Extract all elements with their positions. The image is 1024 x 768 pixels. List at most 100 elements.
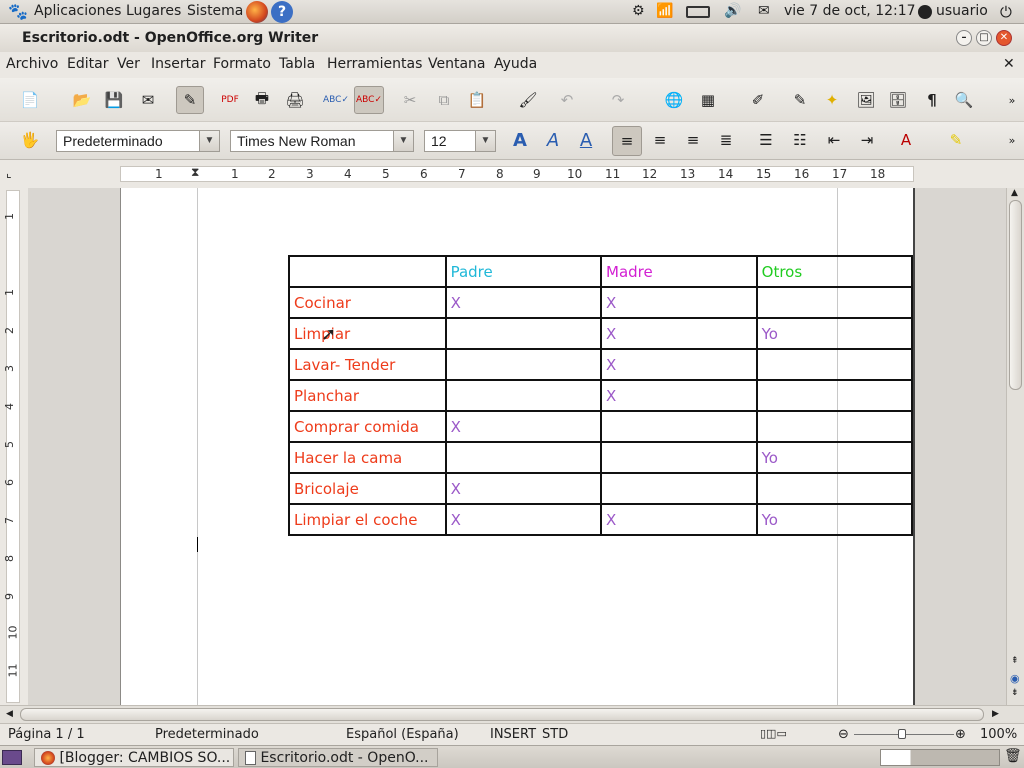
task-cell[interactable]: Limpiar el coche <box>288 503 447 536</box>
system-menu[interactable]: Sistema <box>187 3 243 19</box>
network-users-icon[interactable]: ⚙ <box>632 3 645 19</box>
assignment-cell[interactable] <box>444 441 603 474</box>
menu-archivo[interactable]: Archivo <box>6 56 58 72</box>
bullets-icon[interactable]: ☷ <box>788 128 812 152</box>
assignment-cell[interactable] <box>444 379 603 412</box>
assignment-cell[interactable]: X <box>600 379 758 412</box>
wifi-icon[interactable]: 📶 <box>656 3 673 19</box>
indent-marker-icon[interactable]: ⧗ <box>191 165 199 180</box>
menu-insertar[interactable]: Insertar <box>151 56 206 72</box>
align-center-icon[interactable]: ≡ <box>648 128 672 152</box>
chevron-down-icon[interactable]: ▼ <box>393 131 413 151</box>
table-icon[interactable]: ▦ <box>696 88 720 112</box>
task-cell[interactable]: Comprar comida <box>288 410 447 443</box>
scroll-right-icon[interactable]: ▶ <box>992 709 999 719</box>
page-style[interactable]: Predeterminado <box>155 727 259 742</box>
justify-icon[interactable]: ≣ <box>714 128 738 152</box>
edit-mode-icon[interactable]: ✎ <box>176 86 204 114</box>
hyperlink-icon[interactable]: 🌐 <box>662 88 686 112</box>
menu-herramientas[interactable]: Herramientas <box>327 56 422 72</box>
battery-icon[interactable] <box>686 6 710 18</box>
ruler-strip[interactable]: 1 ⧗ 1 2 3 4 5 6 7 8 9 10 11 12 13 14 15 … <box>120 165 914 182</box>
trash-icon[interactable]: 🗑 <box>1004 748 1022 764</box>
header-cell[interactable]: Padre <box>444 255 603 288</box>
scroll-left-icon[interactable]: ◀ <box>6 709 13 719</box>
vertical-scrollbar[interactable]: ▲ ⇞ ◉ ⇟ <box>1006 188 1024 705</box>
chores-table[interactable]: Padre Madre Otros Cocinar X X Limpiar X Yo Lavar-… <box>288 255 914 536</box>
format-paintbrush-icon[interactable]: 🖌 <box>516 88 540 112</box>
header-cell[interactable]: Madre <box>600 255 758 288</box>
insert-mode[interactable]: INSERT <box>490 727 536 742</box>
export-pdf-icon[interactable]: PDF <box>218 88 242 112</box>
view-layout-icon[interactable]: ▯◫▭ <box>760 727 787 740</box>
task-cell[interactable]: Hacer la cama <box>288 441 447 474</box>
assignment-cell[interactable] <box>444 348 603 381</box>
assignment-cell[interactable] <box>755 286 914 319</box>
zoom-out-icon[interactable]: ⊖ <box>838 727 849 742</box>
formatting-marks-icon[interactable]: ¶ <box>920 88 944 112</box>
previous-page-icon[interactable]: ⇞ <box>1011 656 1019 666</box>
assignment-cell[interactable] <box>755 379 914 412</box>
undo-icon[interactable]: ↶ <box>555 88 579 112</box>
scroll-thumb[interactable] <box>1009 200 1022 390</box>
language[interactable]: Español (España) <box>346 727 459 742</box>
menu-ayuda[interactable]: Ayuda <box>494 56 537 72</box>
tab-type-icon[interactable]: ⌞ <box>6 166 12 180</box>
styles-formatting-icon[interactable]: 🖐 <box>18 128 42 152</box>
zoom-in-icon[interactable]: ⊕ <box>955 727 966 742</box>
close-icon[interactable]: ✕ <box>996 30 1012 46</box>
firefox-launcher-icon[interactable] <box>246 1 268 23</box>
show-draw-functions-icon[interactable]: ✐ <box>746 88 770 112</box>
places-menu[interactable]: Lugares <box>126 3 181 19</box>
task-blogger[interactable]: [Blogger: CAMBIOS SO... <box>34 748 234 767</box>
power-icon[interactable]: ⏻ <box>1000 3 1012 21</box>
assignment-cell[interactable]: X <box>600 286 758 319</box>
underline-icon[interactable]: A <box>574 128 598 152</box>
new-document-icon[interactable]: 📄 <box>18 88 42 112</box>
task-cell[interactable]: Planchar <box>288 379 447 412</box>
print-preview-icon[interactable]: 🖨 <box>283 88 307 112</box>
show-desktop-icon[interactable] <box>2 750 22 765</box>
spellcheck-icon[interactable]: ABC✓ <box>323 88 349 112</box>
horizontal-scrollbar[interactable]: ◀ ▶ <box>0 705 1024 723</box>
assignment-cell[interactable]: Yo <box>755 441 914 474</box>
increase-indent-icon[interactable]: ⇥ <box>855 128 879 152</box>
gallery-icon[interactable]: 🖼 <box>854 88 878 112</box>
task-writer[interactable]: Escritorio.odt - OpenO... <box>238 748 438 767</box>
font-size-combo[interactable]: 12 ▼ <box>424 130 496 152</box>
volume-icon[interactable]: 🔊 <box>724 3 741 19</box>
workspace-switcher[interactable] <box>880 749 1000 766</box>
assignment-cell[interactable]: Yo <box>755 503 914 536</box>
task-cell[interactable]: Cocinar <box>288 286 447 319</box>
cut-icon[interactable]: ✂ <box>398 88 422 112</box>
assignment-cell[interactable] <box>600 410 758 443</box>
scroll-up-icon[interactable]: ▲ <box>1011 188 1018 198</box>
font-color-icon[interactable]: A <box>894 128 918 152</box>
print-icon[interactable]: 🖶 <box>250 88 274 112</box>
numbering-icon[interactable]: ☰ <box>754 128 778 152</box>
autospellcheck-icon[interactable]: ABC✓ <box>354 86 384 114</box>
task-cell[interactable]: Lavar- Tender <box>288 348 447 381</box>
align-right-icon[interactable]: ≡ <box>681 128 705 152</box>
find-replace-icon[interactable]: ✎ <box>788 88 812 112</box>
minimize-icon[interactable]: – <box>956 30 972 46</box>
assignment-cell[interactable] <box>600 472 758 505</box>
document-page[interactable]: Padre Madre Otros Cocinar X X Limpiar X Yo Lavar-… <box>120 188 915 705</box>
task-cell[interactable]: Bricolaje <box>288 472 447 505</box>
page-indicator[interactable]: Página 1 / 1 <box>8 727 85 742</box>
assignment-cell[interactable]: X <box>444 472 603 505</box>
menu-formato[interactable]: Formato <box>213 56 271 72</box>
clock[interactable]: vie 7 de oct, 12:17 <box>784 3 916 19</box>
assignment-cell[interactable] <box>755 348 914 381</box>
scroll-thumb[interactable] <box>20 708 984 721</box>
assignment-cell[interactable]: X <box>444 503 603 536</box>
assignment-cell[interactable]: Yo <box>755 317 914 350</box>
user-menu[interactable]: usuario <box>936 3 988 19</box>
save-icon[interactable]: 💾 <box>102 88 126 112</box>
selection-mode[interactable]: STD <box>542 727 568 742</box>
chevron-down-icon[interactable]: ▼ <box>475 131 495 151</box>
paragraph-style-combo[interactable]: Predeterminado ▼ <box>56 130 220 152</box>
next-page-icon[interactable]: ⇟ <box>1011 688 1019 698</box>
maximize-icon[interactable]: □ <box>976 30 992 46</box>
assignment-cell[interactable]: X <box>444 410 603 443</box>
